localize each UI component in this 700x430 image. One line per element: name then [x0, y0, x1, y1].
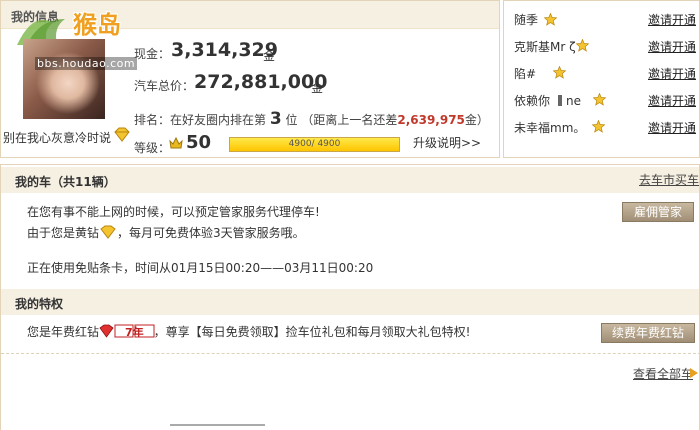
star-icon	[553, 66, 566, 79]
car-total-value: 272,881,000	[194, 71, 328, 93]
friend-name[interactable]: 克斯基Mr ζ	[514, 38, 576, 55]
yellow-diamond-line: 由于您是黄钻 ，每月可免费体验3天管家服务哦。	[27, 224, 305, 241]
separator-bar	[558, 95, 563, 106]
avatar-url-watermark: bbs.houdao.com	[35, 57, 138, 70]
cars-section: 我的车（共11辆） 去车市买车 在您有事不能上网的时候，可以预定管家服务代理停车…	[0, 164, 700, 430]
privilege-title-bar	[1, 289, 699, 315]
invite-link[interactable]: 邀请开通	[648, 119, 696, 136]
friend-name[interactable]: 陷#	[514, 65, 536, 82]
car-total-unit: 金	[311, 81, 324, 95]
level-value: 50	[186, 132, 212, 153]
yellow-diamond-icon	[114, 127, 130, 142]
red-diamond-line: 您是年费红钻 7年 ，尊享【每日免费领取】捡车位礼包和每月领取大礼包特权!	[27, 323, 471, 340]
red-diamond-badge-text: 7年	[125, 326, 144, 339]
yellow-diamond-prefix: 由于您是黄钻	[27, 226, 100, 240]
butler-info-line: 在您有事不能上网的时候，可以预定管家服务代理停车!	[27, 205, 320, 219]
star-icon	[544, 13, 557, 26]
friend-name[interactable]: 未幸福mm。	[514, 119, 585, 136]
watermark-text: 猴岛	[73, 11, 121, 39]
cash-unit: 金	[263, 49, 276, 63]
invite-link[interactable]: 邀请开通	[648, 38, 696, 55]
rank-prefix: 排名：在好友圈内排在第	[134, 113, 267, 127]
upgrade-info-link[interactable]: 升级说明>>	[413, 134, 481, 151]
info-panel: 我的信息 猴岛 bbs.houdao.com 别在我心灰意冷时说 现金： 3,3…	[0, 0, 500, 158]
hire-butler-button[interactable]: 雇佣管家	[622, 202, 694, 222]
red-diamond-prefix: 您是年费红钻	[27, 325, 100, 339]
rank-suffix: 金）	[464, 113, 489, 127]
invite-link[interactable]: 邀请开通	[648, 65, 696, 82]
dashed-divider	[1, 353, 700, 354]
ticket-card-status: 正在使用免贴条卡，时间从01月15日00:20——03月11日00:20	[27, 261, 374, 275]
friend-name[interactable]: 依赖你 ne	[514, 92, 581, 109]
view-all-cars-link[interactable]: 查看全部车	[633, 365, 693, 382]
xp-progress-bar: 4900/ 4900	[229, 137, 400, 152]
avatar-face	[23, 39, 105, 119]
rank-line: 排名：在好友圈内排在第 3 位 （距离上一名还差2,639,975金）	[134, 109, 489, 129]
mood-text: 别在我心灰意冷时说	[3, 131, 112, 145]
friend-name-text: 依赖你	[514, 94, 551, 108]
xp-progress-text: 4900/ 4900	[288, 139, 341, 149]
star-icon	[593, 93, 606, 106]
star-icon	[576, 39, 589, 52]
privilege-title: 我的特权	[15, 297, 64, 311]
star-icon	[592, 120, 605, 133]
yellow-diamond-suffix: ，每月可免费体验3天管家服务哦。	[117, 226, 305, 240]
scrollbar-remnant	[170, 424, 265, 430]
yellow-diamond-icon	[100, 225, 116, 239]
level-label: 等级：	[134, 141, 171, 155]
car-market-link[interactable]: 去车市买车	[639, 171, 699, 188]
invite-link[interactable]: 邀请开通	[648, 92, 696, 109]
cars-title: 我的车（共11辆）	[15, 175, 116, 189]
invite-link[interactable]: 邀请开通	[648, 11, 696, 28]
red-diamond-suffix: ，尊享【每日免费领取】捡车位礼包和每月领取大礼包特权!	[153, 325, 471, 339]
friends-list: 随季 邀请开通 克斯基Mr ζ 邀请开通 陷# 邀请开通 依赖你 ne 邀请开通 …	[503, 0, 700, 158]
friend-name[interactable]: 随季	[514, 11, 538, 28]
arrow-right-icon	[690, 368, 698, 378]
car-total-label: 汽车总价：	[134, 79, 195, 93]
cash-value: 3,314,329	[171, 39, 278, 61]
renew-red-diamond-button[interactable]: 续费年费红钻	[601, 323, 695, 343]
rank-middle: 位 （距离上一名还差	[285, 113, 398, 127]
cash-label: 现金：	[134, 47, 171, 61]
rank-gap: 2,639,975	[397, 113, 465, 127]
crown-icon	[169, 136, 183, 149]
rank-value: 3	[269, 109, 282, 129]
friend-name-suffix: ne	[566, 94, 582, 108]
